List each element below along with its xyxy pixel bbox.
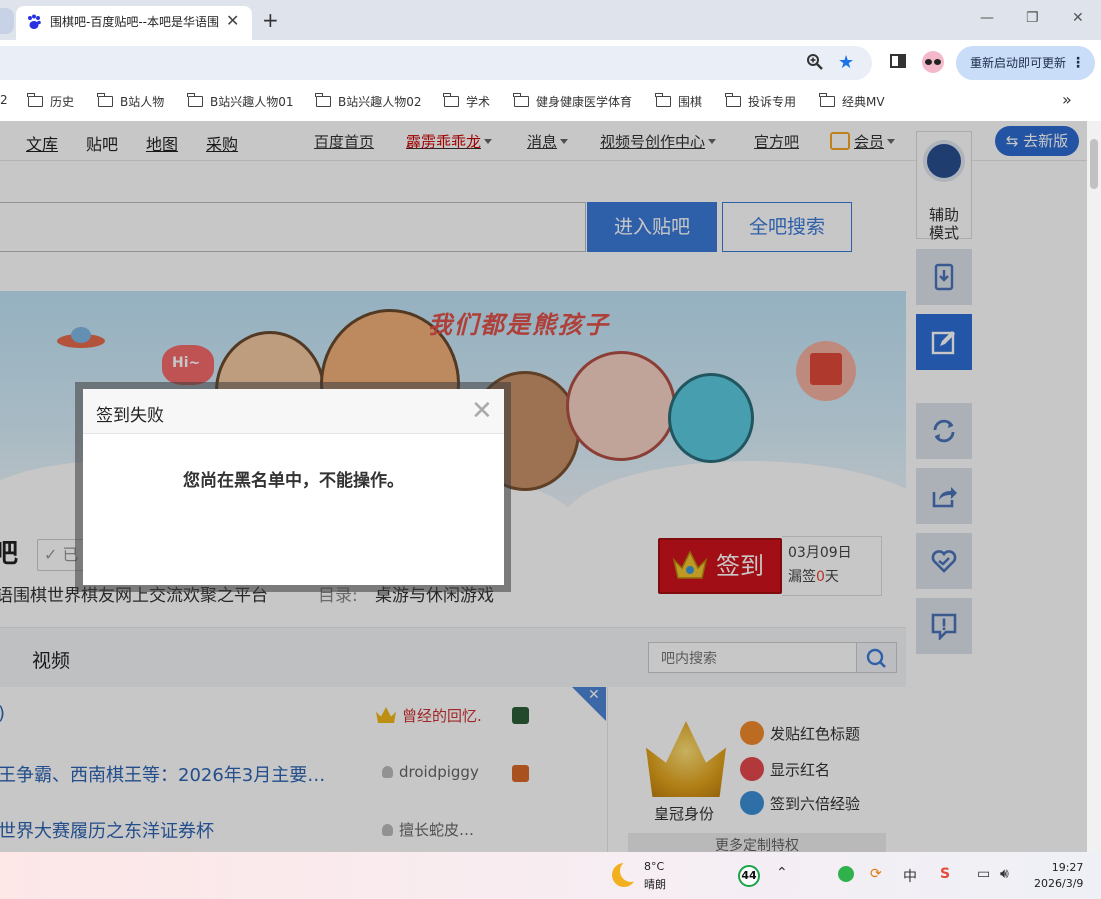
update-button-label: 重新启动即可更新 bbox=[970, 56, 1067, 70]
dialog-title: 签到失败 bbox=[96, 406, 164, 426]
folder-icon bbox=[443, 93, 459, 107]
browser-toolbar: ★ 重新启动即可更新 ⋮ bbox=[0, 40, 1101, 86]
new-tab-button[interactable]: + bbox=[262, 8, 279, 32]
folder-icon bbox=[819, 93, 835, 107]
bookmark-folder[interactable]: 学术 bbox=[443, 93, 491, 110]
bookmarks-bar: 2 历史 B站人物 B站兴趣人物01 B站兴趣人物02 学术 健身健康医学体育 … bbox=[0, 86, 1101, 116]
network-icon[interactable]: ▭ bbox=[977, 866, 990, 882]
bookmark-label: 学术 bbox=[466, 95, 491, 109]
bookmark-label: B站人物 bbox=[120, 95, 165, 109]
bookmark-folder[interactable]: B站兴趣人物02 bbox=[315, 93, 422, 110]
address-bar[interactable] bbox=[0, 46, 872, 80]
folder-icon bbox=[97, 93, 113, 107]
bookmark-label: B站兴趣人物01 bbox=[210, 95, 294, 109]
bookmark-folder[interactable]: 健身健康医学体育 bbox=[513, 93, 633, 110]
page-scrollbar[interactable] bbox=[1087, 121, 1101, 852]
bookmark-folder[interactable]: 投诉专用 bbox=[725, 93, 797, 110]
bookmark-label: 历史 bbox=[50, 95, 75, 109]
clock-time: 19:27 bbox=[1051, 861, 1084, 874]
folder-icon bbox=[655, 93, 671, 107]
signin-failed-dialog: 签到失败 ✕ 您尚在黑名单中，不能操作。 bbox=[83, 389, 504, 585]
tab-title: 围棋吧-百度贴吧--本吧是华语围 bbox=[50, 15, 219, 29]
system-clock[interactable]: 19:27 2026/3/9 bbox=[1034, 860, 1083, 892]
active-tab[interactable]: 围棋吧-百度贴吧--本吧是华语围 ✕ bbox=[16, 6, 252, 40]
scrollbar-thumb[interactable] bbox=[1090, 139, 1098, 189]
volume-icon[interactable]: 🔊︎ bbox=[1000, 866, 1009, 882]
bookmark-label: 经典MV bbox=[842, 95, 885, 109]
folder-icon bbox=[187, 93, 203, 107]
window-close-icon[interactable]: ✕ bbox=[1072, 10, 1084, 26]
folder-icon bbox=[513, 93, 529, 107]
side-panel-icon[interactable] bbox=[890, 54, 906, 68]
clock-date: 2026/3/9 bbox=[1034, 877, 1084, 890]
weather-temp[interactable]: 8°C bbox=[644, 860, 664, 873]
baidu-paw-icon bbox=[28, 14, 41, 29]
folder-icon bbox=[27, 93, 43, 107]
tray-overflow-icon[interactable]: ⌃ bbox=[776, 865, 788, 881]
bookmark-label: B站兴趣人物02 bbox=[338, 95, 422, 109]
zoom-icon[interactable] bbox=[806, 53, 824, 71]
minimize-icon[interactable]: — bbox=[980, 10, 994, 26]
dialog-message: 您尚在黑名单中，不能操作。 bbox=[183, 471, 404, 491]
folder-icon bbox=[725, 93, 741, 107]
moon-icon[interactable] bbox=[612, 860, 642, 887]
ime-indicator[interactable]: 中 bbox=[903, 866, 917, 886]
bookmark-folder[interactable]: B站兴趣人物01 bbox=[187, 93, 294, 110]
kebab-menu-icon[interactable]: ⋮ bbox=[1071, 46, 1085, 80]
sogou-tray-icon[interactable]: S bbox=[940, 866, 950, 882]
tab-close-icon[interactable]: ✕ bbox=[226, 11, 239, 30]
sync-tray-icon[interactable]: ⟳ bbox=[870, 866, 882, 882]
close-icon[interactable]: ✕ bbox=[471, 396, 493, 426]
browser-tab-bar: 围棋吧-百度贴吧--本吧是华语围 ✕ + — ❐ ✕ bbox=[0, 0, 1101, 40]
weather-desc[interactable]: 晴朗 bbox=[644, 876, 666, 892]
bookmark-item[interactable]: 2 bbox=[0, 93, 8, 107]
bookmark-folder[interactable]: 围棋 bbox=[655, 93, 703, 110]
bookmark-folder[interactable]: 经典MV bbox=[819, 93, 885, 110]
bookmark-folder[interactable]: B站人物 bbox=[97, 93, 165, 110]
bookmarks-overflow-icon[interactable]: » bbox=[1062, 90, 1072, 109]
profile-avatar-icon[interactable] bbox=[922, 51, 944, 73]
bookmark-folder[interactable]: 历史 bbox=[27, 93, 75, 110]
notification-badge[interactable]: 44 bbox=[738, 865, 760, 887]
dialog-header: 签到失败 ✕ bbox=[83, 389, 504, 434]
security-tray-icon[interactable] bbox=[838, 866, 854, 882]
folder-icon bbox=[315, 93, 331, 107]
previous-tab-stub[interactable] bbox=[0, 8, 14, 34]
bookmark-label: 围棋 bbox=[678, 95, 703, 109]
update-button[interactable]: 重新启动即可更新 ⋮ bbox=[956, 46, 1095, 80]
restore-icon[interactable]: ❐ bbox=[1026, 10, 1039, 26]
os-taskbar: 8°C 晴朗 44 ⌃ ⟳ 中 S ▭ 🔊︎ 19:27 2026/3/9 bbox=[0, 852, 1101, 899]
bookmark-star-icon[interactable]: ★ bbox=[838, 52, 854, 73]
bookmark-label: 健身健康医学体育 bbox=[536, 95, 633, 109]
bookmark-label: 投诉专用 bbox=[748, 95, 797, 109]
